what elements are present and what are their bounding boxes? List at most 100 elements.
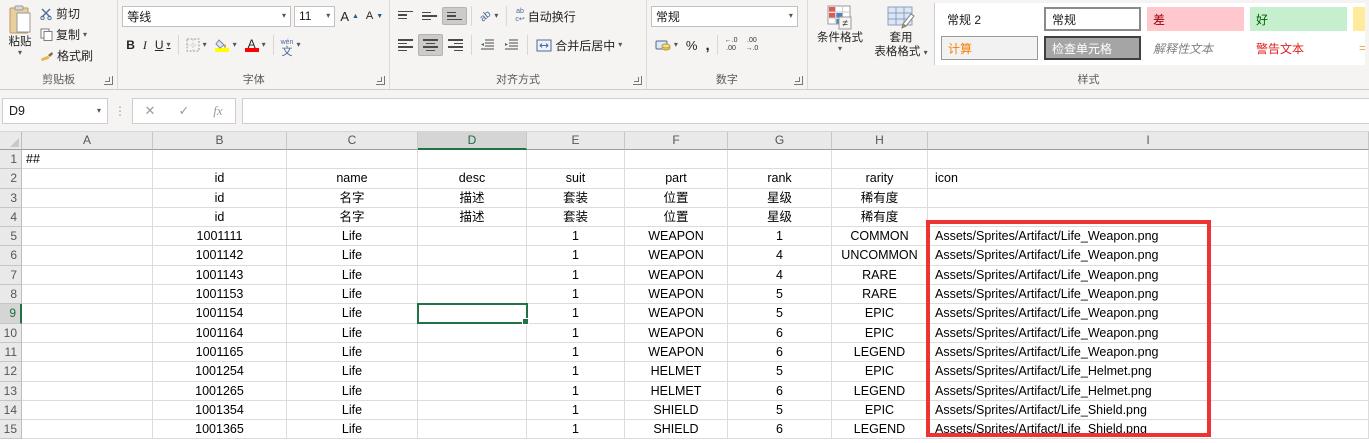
format-painter-button[interactable]: 格式刷 <box>36 45 97 66</box>
name-box[interactable]: D9 ▾ <box>2 98 108 124</box>
cell-G13[interactable]: 6 <box>728 382 832 401</box>
cell-D14[interactable] <box>418 401 527 420</box>
cell-B2[interactable]: id <box>153 169 287 188</box>
cell-A5[interactable] <box>22 227 153 246</box>
cell-C8[interactable]: Life <box>287 285 418 304</box>
cell-E2[interactable]: suit <box>527 169 625 188</box>
cell-A15[interactable] <box>22 420 153 439</box>
cell-B15[interactable]: 1001365 <box>153 420 287 439</box>
percent-style-button[interactable]: % <box>682 36 702 55</box>
cell-B8[interactable]: 1001153 <box>153 285 287 304</box>
cell-A1[interactable]: ## <box>22 150 153 169</box>
cell-H1[interactable] <box>832 150 928 169</box>
cell-H2[interactable]: rarity <box>832 169 928 188</box>
style-chip-neutral-partial[interactable] <box>1353 7 1365 31</box>
column-header-A[interactable]: A <box>22 132 153 150</box>
style-chip-=[interactable]: = <box>1353 36 1365 60</box>
column-header-B[interactable]: B <box>153 132 287 150</box>
style-chip-警告文本[interactable]: 警告文本 <box>1250 36 1347 60</box>
style-chip-解释性文本[interactable]: 解释性文本 <box>1147 36 1244 60</box>
cell-E14[interactable]: 1 <box>527 401 625 420</box>
cell-B9[interactable]: 1001154 <box>153 304 287 323</box>
wrap-text-button[interactable]: abc↩ 自动换行 <box>511 6 579 27</box>
enter-button[interactable]: ✓ <box>167 103 201 119</box>
cell-E13[interactable]: 1 <box>527 382 625 401</box>
cell-F3[interactable]: 位置 <box>625 189 728 208</box>
cell-B14[interactable]: 1001354 <box>153 401 287 420</box>
cell-G6[interactable]: 4 <box>728 246 832 265</box>
row-header-2[interactable]: 2 <box>0 169 22 188</box>
formula-input[interactable] <box>242 98 1369 124</box>
cell-F7[interactable]: WEAPON <box>625 266 728 285</box>
cell-C3[interactable]: 名字 <box>287 189 418 208</box>
fill-color-button[interactable]: ▾ <box>211 37 241 54</box>
cell-G15[interactable]: 6 <box>728 420 832 439</box>
cell-B4[interactable]: id <box>153 208 287 227</box>
merge-center-button[interactable]: 合并后居中 ▾ <box>532 35 626 56</box>
cell-F14[interactable]: SHIELD <box>625 401 728 420</box>
cell-D15[interactable] <box>418 420 527 439</box>
cell-H12[interactable]: EPIC <box>832 362 928 381</box>
cell-G5[interactable]: 1 <box>728 227 832 246</box>
cell-D6[interactable] <box>418 246 527 265</box>
cell-B3[interactable]: id <box>153 189 287 208</box>
cell-H14[interactable]: EPIC <box>832 401 928 420</box>
cell-H13[interactable]: LEGEND <box>832 382 928 401</box>
cell-A6[interactable] <box>22 246 153 265</box>
cell-E1[interactable] <box>527 150 625 169</box>
cell-H3[interactable]: 稀有度 <box>832 189 928 208</box>
column-header-D[interactable]: D <box>418 132 527 150</box>
style-chip-检查单元格[interactable]: 检查单元格 <box>1044 36 1141 60</box>
cell-I9[interactable]: Assets/Sprites/Artifact/Life_Weapon.png <box>928 304 1369 323</box>
align-middle-button[interactable] <box>418 8 441 25</box>
cell-I11[interactable]: Assets/Sprites/Artifact/Life_Weapon.png <box>928 343 1369 362</box>
cell-H8[interactable]: RARE <box>832 285 928 304</box>
cell-I5[interactable]: Assets/Sprites/Artifact/Life_Weapon.png <box>928 227 1369 246</box>
cell-D4[interactable]: 描述 <box>418 208 527 227</box>
cell-I2[interactable]: icon <box>928 169 1369 188</box>
orientation-button[interactable]: ab ▾ <box>476 9 502 24</box>
cell-G7[interactable]: 4 <box>728 266 832 285</box>
borders-button[interactable]: ▾ <box>182 36 211 54</box>
cell-H11[interactable]: LEGEND <box>832 343 928 362</box>
row-header-1[interactable]: 1 <box>0 150 22 169</box>
column-header-E[interactable]: E <box>527 132 625 150</box>
align-left-button[interactable] <box>394 35 417 55</box>
cell-C10[interactable]: Life <box>287 324 418 343</box>
style-chip-计算[interactable]: 计算 <box>941 36 1038 60</box>
column-header-H[interactable]: H <box>832 132 928 150</box>
column-header-C[interactable]: C <box>287 132 418 150</box>
cell-H6[interactable]: UNCOMMON <box>832 246 928 265</box>
cell-F1[interactable] <box>625 150 728 169</box>
cell-A13[interactable] <box>22 382 153 401</box>
underline-button[interactable]: U▾ <box>151 36 175 54</box>
cell-I6[interactable]: Assets/Sprites/Artifact/Life_Weapon.png <box>928 246 1369 265</box>
cell-D3[interactable]: 描述 <box>418 189 527 208</box>
increase-indent-button[interactable] <box>500 37 523 53</box>
cell-I12[interactable]: Assets/Sprites/Artifact/Life_Helmet.png <box>928 362 1369 381</box>
cell-B10[interactable]: 1001164 <box>153 324 287 343</box>
cell-E8[interactable]: 1 <box>527 285 625 304</box>
cell-F12[interactable]: HELMET <box>625 362 728 381</box>
row-header-5[interactable]: 5 <box>0 227 22 246</box>
cell-F11[interactable]: WEAPON <box>625 343 728 362</box>
cell-D11[interactable] <box>418 343 527 362</box>
cell-G8[interactable]: 5 <box>728 285 832 304</box>
cell-I15[interactable]: Assets/Sprites/Artifact/Life_Shield.png <box>928 420 1369 439</box>
cell-G1[interactable] <box>728 150 832 169</box>
cell-A2[interactable] <box>22 169 153 188</box>
cell-A12[interactable] <box>22 362 153 381</box>
cell-D5[interactable] <box>418 227 527 246</box>
cell-E12[interactable]: 1 <box>527 362 625 381</box>
cell-B1[interactable] <box>153 150 287 169</box>
align-top-button[interactable] <box>394 9 417 24</box>
cell-H5[interactable]: COMMON <box>832 227 928 246</box>
cell-D1[interactable] <box>418 150 527 169</box>
cell-D10[interactable] <box>418 324 527 343</box>
cell-C12[interactable]: Life <box>287 362 418 381</box>
cell-B7[interactable]: 1001143 <box>153 266 287 285</box>
cell-B6[interactable]: 1001142 <box>153 246 287 265</box>
cell-C13[interactable]: Life <box>287 382 418 401</box>
row-header-9[interactable]: 9 <box>0 304 22 323</box>
cell-F10[interactable]: WEAPON <box>625 324 728 343</box>
